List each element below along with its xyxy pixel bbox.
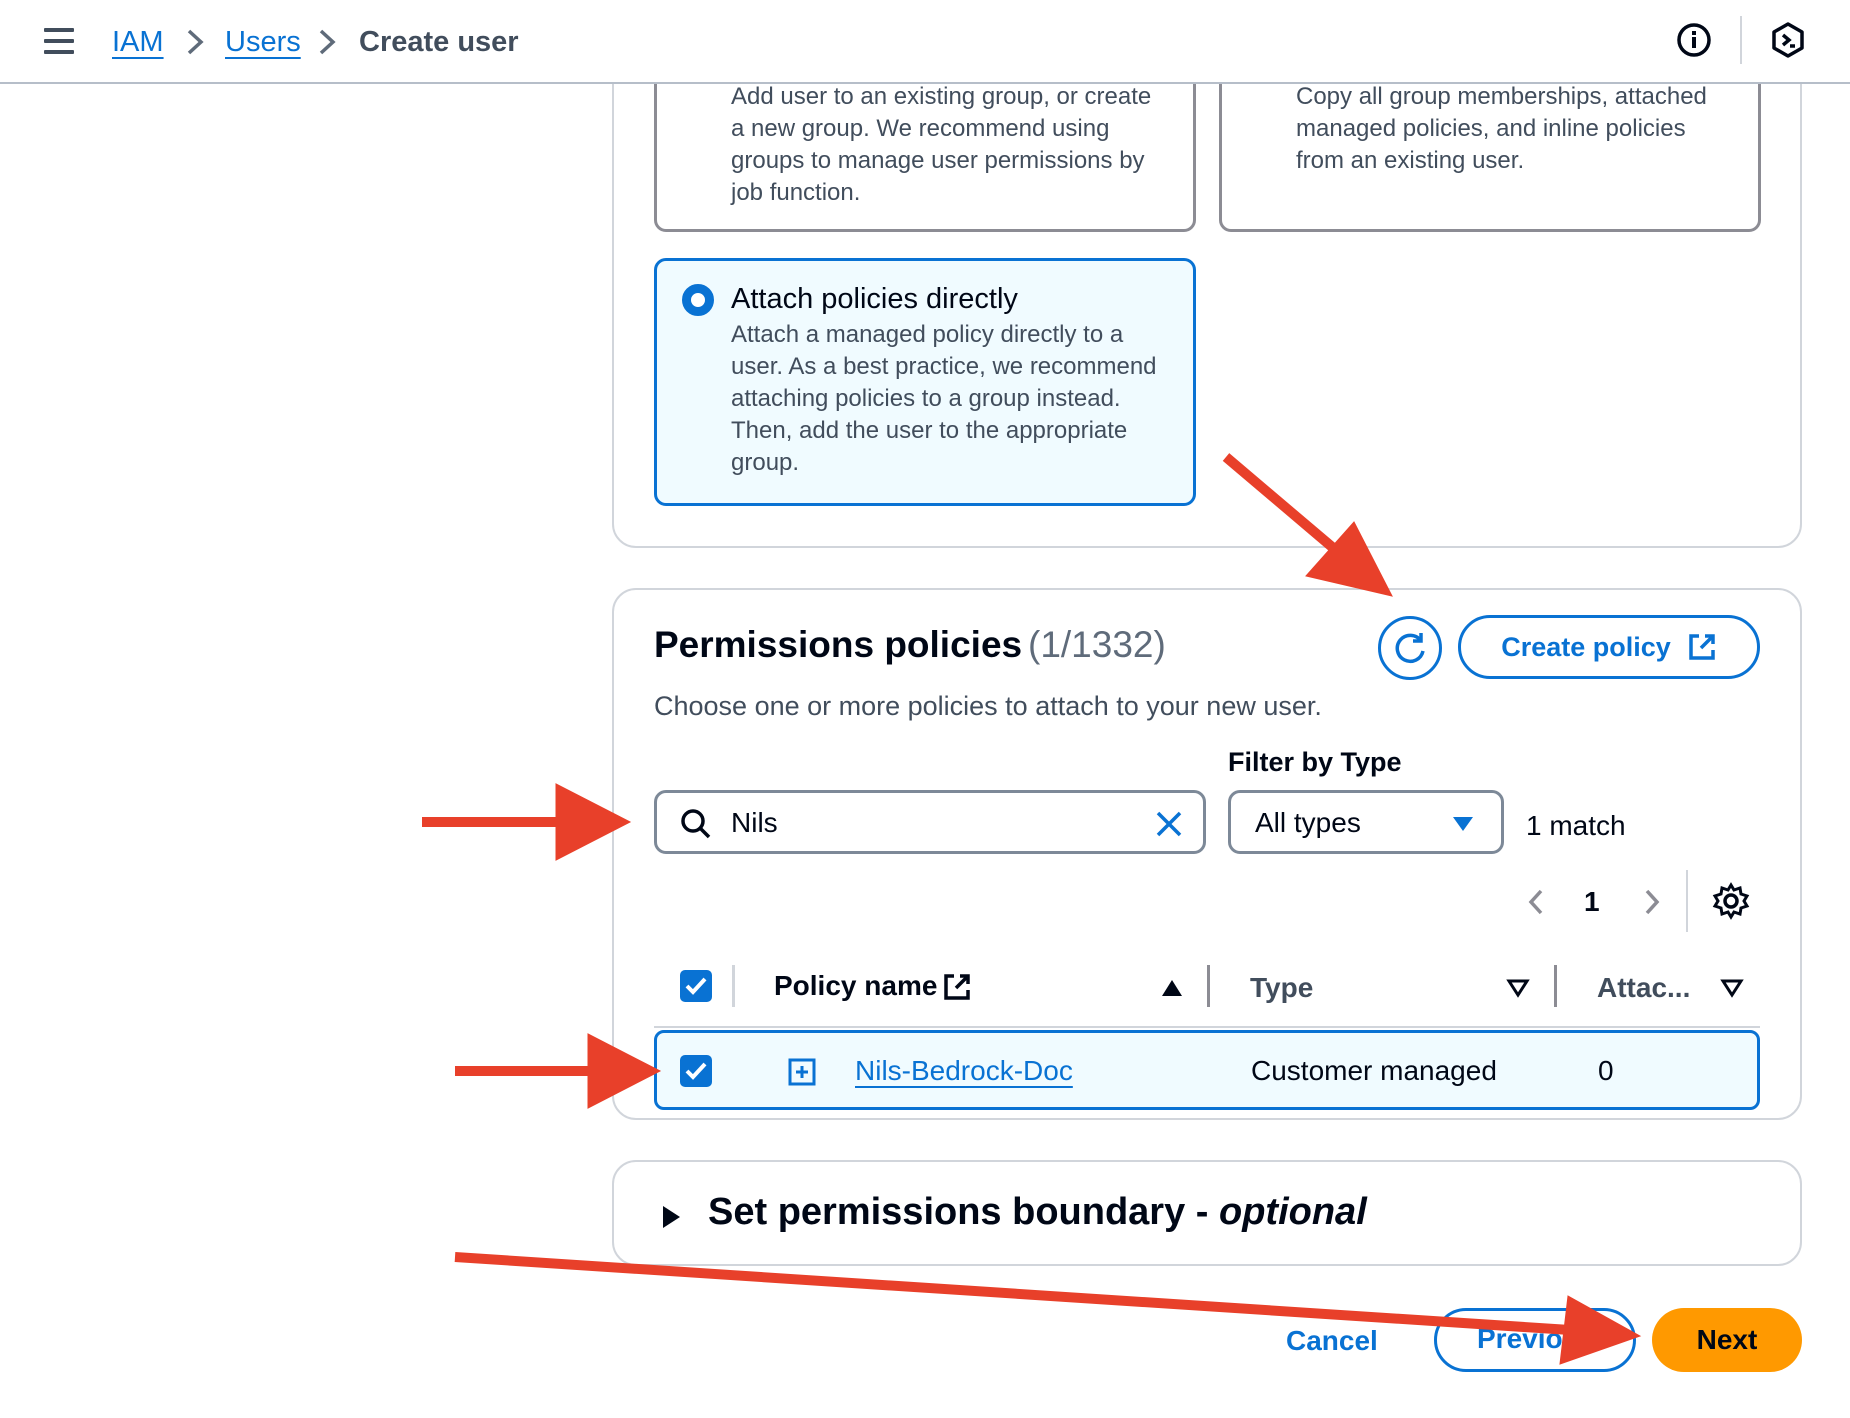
breadcrumb-iam[interactable]: IAM [112,22,164,62]
option-copy-permissions-description: Copy all group memberships, attached man… [1296,83,1707,174]
chevron-right-icon [187,29,204,55]
search-value: Nils [731,807,778,838]
option-attach-directly-description: Attach a managed policy directly to a us… [731,321,1157,476]
row-checkbox[interactable] [680,1055,712,1087]
refresh-icon [1395,633,1425,664]
checkmark-icon [685,1062,707,1080]
column-separator[interactable] [1554,965,1557,1007]
permissions-boundary-title[interactable]: Set permissions boundary - optional [708,1188,1367,1236]
current-page[interactable]: 1 [1584,884,1600,920]
toolbar-divider [1740,16,1742,64]
refresh-button[interactable] [1378,616,1442,680]
previous-button[interactable]: Previous [1434,1308,1636,1372]
breadcrumb-users[interactable]: Users [225,22,301,62]
topbar-overlay: IAM Users Create user [0,0,1850,84]
sort-icon[interactable] [1720,978,1744,998]
search-icon [681,809,711,839]
expand-row-icon[interactable] [787,1057,817,1087]
policy-attached-count: 0 [1598,1055,1614,1086]
next-button[interactable]: Next [1652,1308,1802,1372]
policy-search-input[interactable]: Nils [654,790,1206,854]
checkmark-icon [685,977,707,995]
external-link-icon [1689,634,1715,660]
option-attach-policies-directly[interactable]: Attach policies directly Attach a manage… [654,258,1196,506]
column-separator [732,965,735,1007]
cancel-button[interactable]: Cancel [1286,1323,1378,1359]
attach-directly-radio[interactable] [682,284,714,316]
external-link-icon [944,974,970,1000]
table-header-divider [654,1026,1760,1028]
previous-page-icon[interactable] [1522,886,1552,918]
sort-ascending-icon[interactable] [1160,978,1184,998]
column-header-type[interactable]: Type [1250,970,1313,1006]
breadcrumb-current: Create user [359,26,519,58]
option-attach-directly-title: Attach policies directly [731,283,1018,315]
option-add-to-group-description: Add user to an existing group, or create… [731,83,1152,206]
menu-icon[interactable] [44,28,74,54]
column-header-policy-name[interactable]: Policy name [774,968,937,1004]
policy-name-link[interactable]: Nils-Bedrock-Doc [855,1053,1073,1089]
info-icon[interactable] [1674,20,1714,60]
filter-type-select[interactable]: All types [1228,790,1504,854]
arrow-to-search [422,783,632,861]
permissions-policies-count: (1/1332) [1028,624,1166,665]
policy-type: Customer managed [1251,1055,1497,1086]
next-page-icon[interactable] [1636,886,1666,918]
caret-right-icon[interactable] [660,1204,682,1230]
cloudshell-icon[interactable] [1768,20,1808,60]
table-row[interactable]: Nils-Bedrock-Doc Customer managed 0 [654,1030,1760,1110]
clear-icon[interactable] [1153,808,1185,840]
filter-type-value: All types [1255,807,1361,838]
gear-icon[interactable] [1712,882,1750,920]
filter-by-type-label: Filter by Type [1228,747,1402,777]
column-header-attached[interactable]: Attac... [1597,970,1690,1006]
select-all-checkbox[interactable] [680,970,712,1002]
pagination-divider [1686,870,1688,932]
permissions-policies-description: Choose one or more policies to attach to… [654,691,1322,721]
column-separator[interactable] [1207,965,1210,1007]
sort-icon[interactable] [1506,978,1530,998]
caret-down-icon [1453,817,1473,831]
permissions-boundary-panel[interactable]: Set permissions boundary - optional [612,1160,1802,1266]
create-policy-label: Create policy [1501,631,1671,662]
permissions-policies-title: Permissions policies [654,624,1023,665]
chevron-right-icon [319,29,336,55]
create-policy-button[interactable]: Create policy [1458,615,1760,679]
match-count: 1 match [1526,810,1626,841]
